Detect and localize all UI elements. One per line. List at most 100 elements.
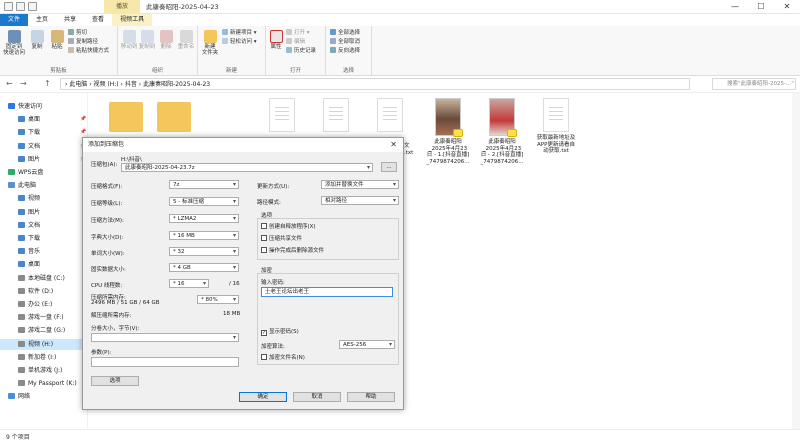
file-item[interactable] <box>150 98 198 135</box>
split-select[interactable] <box>91 333 239 342</box>
paste-button[interactable]: 粘贴 <box>48 30 66 50</box>
nav-item[interactable]: 桌面 📌 <box>0 114 88 125</box>
password-input[interactable]: 土老王论坛出老王 <box>261 287 393 297</box>
tab-file[interactable]: 文件 <box>0 14 29 26</box>
tab-video-tools[interactable]: 视频工具 <box>112 14 153 26</box>
file-item[interactable] <box>366 98 414 135</box>
nav-item[interactable]: 图片 <box>0 207 88 218</box>
pin-quick-access-button[interactable]: 固定到 快速访问 <box>2 30 26 56</box>
nav-item[interactable]: 快速访问 <box>0 101 88 112</box>
minimize-button[interactable]: — <box>722 0 748 14</box>
paste-shortcut-button[interactable]: 粘贴快捷方式 <box>68 47 109 55</box>
edit-button[interactable]: 编辑 <box>286 38 305 46</box>
path-mode-select[interactable]: 相对路径 <box>321 196 399 205</box>
paste-icon <box>50 30 64 43</box>
cut-button[interactable]: 剪切 <box>68 29 87 37</box>
nav-item[interactable]: 游戏一盘 (F:) <box>0 312 88 323</box>
drive-icon <box>18 340 25 347</box>
nav-item[interactable]: 新加卷 (I:) <box>0 352 88 363</box>
help-button[interactable]: 帮助 <box>347 392 395 402</box>
nav-item[interactable]: 视频 <box>0 193 88 204</box>
maximize-button[interactable]: ☐ <box>748 0 774 14</box>
history-button[interactable]: 历史记录 <box>286 47 316 55</box>
back-button[interactable]: ← <box>6 79 13 88</box>
quick-access-toolbar[interactable] <box>4 2 37 11</box>
address-input[interactable]: › 此电脑 › 视频 (H:) › 抖音 › 此康奏昭阳-2025-04-23 <box>60 78 690 90</box>
select-all-button[interactable]: 全部选择 <box>330 29 360 37</box>
nav-item[interactable]: 下载 📌 <box>0 127 88 138</box>
nav-item[interactable]: 游戏二盘 (G:) <box>0 325 88 336</box>
nav-item[interactable]: WPS云盘 <box>0 167 88 178</box>
copy-path-button[interactable]: 复制路径 <box>68 38 98 46</box>
select-none-button[interactable]: 全部取消 <box>330 38 360 46</box>
mem-percent-select[interactable]: * 80% <box>197 295 239 304</box>
invert-selection-button[interactable]: 反向选择 <box>330 47 360 55</box>
nav-item[interactable]: 桌面 <box>0 259 88 270</box>
properties-icon[interactable] <box>16 2 25 11</box>
file-item[interactable]: 此康奏昭阳 _2025年4月23 日 - 1.[抖音直播] _747987420… <box>424 98 472 165</box>
nav-item[interactable]: 文档 <box>0 220 88 231</box>
nav-item[interactable]: 本地磁盘 (C:) <box>0 273 88 284</box>
up-button[interactable]: ↑ <box>44 79 51 88</box>
delete-after-checkbox[interactable]: 操作完成后删除源文件 <box>261 247 324 255</box>
file-item[interactable]: 获取最新地址及 APP更新请看自 动获取.txt <box>532 98 580 155</box>
new-folder-icon[interactable] <box>28 2 37 11</box>
vertical-scrollbar[interactable] <box>792 93 800 429</box>
show-password-checkbox[interactable]: ✓ 显示密码(S) <box>261 329 299 336</box>
file-item[interactable] <box>258 98 306 135</box>
nav-item[interactable]: 视频 (H:) <box>0 338 88 350</box>
folder-icon <box>8 393 15 400</box>
update-select[interactable]: 添加并替换文件 <box>321 180 399 189</box>
encrypt-names-checkbox[interactable]: 加密文件名(N) <box>261 354 305 362</box>
archive-name-combo[interactable]: 此康奏昭阳-2025-04-23.7z <box>121 163 373 172</box>
file-item[interactable] <box>312 98 360 135</box>
nav-item[interactable]: 网络 <box>0 391 88 402</box>
search-input[interactable]: 搜索"此康奏昭阳-2025-..." <box>712 78 796 90</box>
browse-button[interactable]: ... <box>381 162 397 172</box>
tab-view[interactable]: 查看 <box>84 14 112 26</box>
nav-item[interactable]: My Passport (K:) <box>0 378 88 389</box>
dialog-close-button[interactable]: ✕ <box>390 138 397 152</box>
param-input[interactable] <box>91 357 239 367</box>
nav-item[interactable]: 文档📌 <box>0 141 88 152</box>
cancel-button[interactable]: 取消 <box>293 392 341 402</box>
dict-select[interactable]: * 16 MB <box>169 231 239 240</box>
copy-button[interactable]: 复制 <box>28 30 46 50</box>
context-tab-play[interactable]: 播放 <box>104 0 140 14</box>
word-select[interactable]: * 32 <box>169 247 239 256</box>
organize-group-label: 组织 <box>151 68 163 74</box>
shared-files-checkbox[interactable]: 压缩共享文件 <box>261 235 302 243</box>
rename-button[interactable]: 重命名 <box>176 30 196 50</box>
method-select[interactable]: * LZMA2 <box>169 214 239 223</box>
cpu-select[interactable]: * 16 <box>169 279 209 288</box>
close-button[interactable]: ✕ <box>774 0 800 14</box>
enc-method-select[interactable]: AES-256 <box>339 340 395 349</box>
nav-item[interactable]: 音乐 <box>0 246 88 257</box>
file-item[interactable] <box>102 98 150 135</box>
tab-home[interactable]: 主页 <box>28 14 56 26</box>
nav-item[interactable]: 单机游戏 (J:) <box>0 365 88 376</box>
easy-access-button[interactable]: 轻松访问 ▾ <box>222 38 257 46</box>
nav-item[interactable]: 此电脑 <box>0 180 88 191</box>
move-to-button[interactable]: 移动到 <box>120 30 138 50</box>
properties-button[interactable]: 属性 <box>268 30 284 50</box>
format-select[interactable]: 7z <box>169 180 239 189</box>
nav-item[interactable]: 图片📌 <box>0 154 88 165</box>
ok-button[interactable]: 确定 <box>239 392 287 402</box>
nav-item[interactable]: 办公 (E:) <box>0 299 88 310</box>
file-item[interactable]: 此康奏昭阳 _2025年4月23 日 - 2.[抖音直播] _747987420… <box>478 98 526 165</box>
new-folder-button[interactable]: 新建 文件夹 <box>200 30 220 56</box>
open-button[interactable]: 打开 ▾ <box>286 29 310 37</box>
delete-button[interactable]: 删除 <box>158 30 174 50</box>
forward-button[interactable]: → <box>20 79 27 88</box>
options-button[interactable]: 选项 <box>91 376 139 386</box>
level-select[interactable]: 5 - 标准压缩 <box>169 197 239 206</box>
new-item-button[interactable]: 新建项目 ▾ <box>222 29 257 37</box>
solid-select[interactable]: * 4 GB <box>169 263 239 272</box>
copy-to-button[interactable]: 复制到 <box>138 30 156 50</box>
nav-item[interactable]: 下载 <box>0 233 88 244</box>
sfx-checkbox[interactable]: 创建自释放程序(X) <box>261 223 316 231</box>
select-none-icon <box>330 38 336 44</box>
tab-share[interactable]: 共享 <box>56 14 84 26</box>
nav-item[interactable]: 软件 (D:) <box>0 286 88 297</box>
